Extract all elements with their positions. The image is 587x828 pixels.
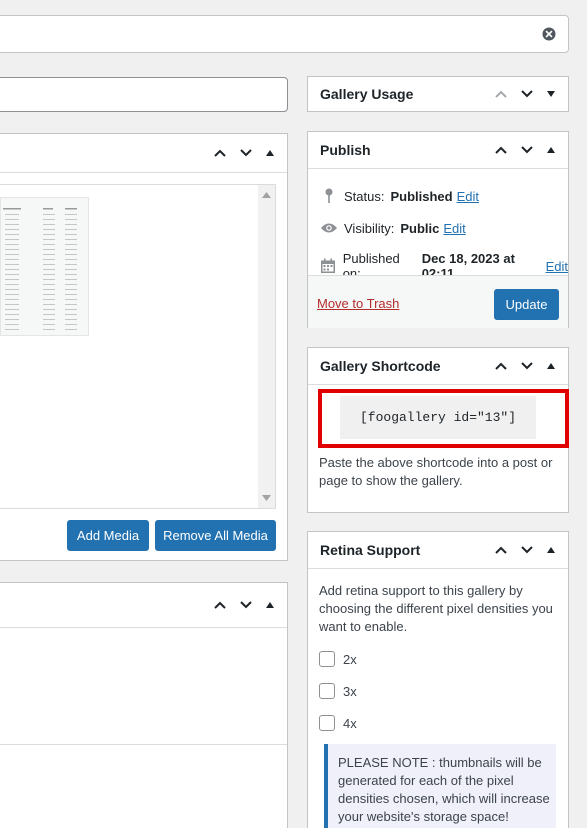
chevron-up-icon[interactable] [209,142,231,164]
chevron-up-icon[interactable] [490,355,512,377]
chevron-down-icon[interactable] [516,539,538,561]
retina-note: PLEASE NOTE : thumbnails will be generat… [324,744,556,828]
pin-icon [320,187,338,205]
gallery-shortcode-box: Gallery Shortcode [foogallery id="13"] P… [307,347,569,513]
retina-4x-checkbox[interactable] [319,715,335,731]
visibility-label: Visibility: [344,220,395,236]
publish-title: Publish [320,142,371,158]
retina-3x-label: 3x [343,683,357,699]
triangle-toggle-icon[interactable] [542,539,560,561]
visibility-edit-link[interactable]: Edit [443,221,465,236]
status-value: Published [390,188,453,204]
title-input[interactable] [0,77,288,112]
move-to-trash-link[interactable]: Move to Trash [317,296,399,311]
retina-3x-checkbox[interactable] [319,683,335,699]
retina-support-box: Retina Support Add retina support to thi… [307,531,569,828]
chevron-up-icon[interactable] [490,139,512,161]
retina-4x-label: 4x [343,715,357,731]
status-row: Status: Published Edit [320,187,479,205]
retina-option-4x[interactable]: 4x [319,715,357,731]
gallery-items-box: Add Media Remove All Media [0,133,288,561]
shortcode-description: Paste the above shortcode into a post or… [319,455,553,488]
chevron-down-icon[interactable] [235,142,257,164]
triangle-toggle-icon[interactable] [542,83,560,105]
retina-note-text: PLEASE NOTE : thumbnails will be generat… [338,755,550,824]
retina-description: Add retina support to this gallery by ch… [319,583,553,634]
chevron-up-icon[interactable] [490,539,512,561]
retina-2x-label: 2x [343,651,357,667]
gallery-usage-box: Gallery Usage [307,76,569,112]
gallery-usage-title: Gallery Usage [320,86,414,102]
scroll-up-icon[interactable] [262,192,271,198]
chevron-up-icon[interactable] [490,83,512,105]
retina-option-2x[interactable]: 2x [319,651,357,667]
retina-title: Retina Support [320,542,421,558]
shortcode-code[interactable]: [foogallery id="13"] [340,396,536,439]
scroll-down-icon[interactable] [262,495,271,501]
triangle-toggle-icon[interactable] [542,355,560,377]
calendar-icon [320,257,337,275]
chevron-down-icon[interactable] [516,139,538,161]
add-media-button[interactable]: Add Media [67,520,149,551]
triangle-toggle-icon[interactable] [261,142,279,164]
retina-option-3x[interactable]: 3x [319,683,357,699]
chevron-down-icon[interactable] [516,355,538,377]
published-edit-link[interactable]: Edit [546,259,568,274]
triangle-toggle-icon[interactable] [542,139,560,161]
table-image [3,208,77,330]
remove-all-media-button[interactable]: Remove All Media [155,520,276,551]
media-thumbnail[interactable] [0,197,89,336]
update-button[interactable]: Update [494,289,559,320]
chevron-down-icon[interactable] [516,83,538,105]
status-label: Status: [344,188,385,204]
chevron-down-icon[interactable] [235,594,257,616]
triangle-toggle-icon[interactable] [261,594,279,616]
visibility-row: Visibility: Public Edit [320,219,466,237]
gallery-items-header [0,134,287,172]
clear-icon[interactable] [542,27,556,41]
eye-icon [320,219,338,237]
publish-box: Publish Status: Published Edit Visibilit… [307,131,569,328]
media-scroll-area[interactable] [0,184,276,509]
status-edit-link[interactable]: Edit [457,189,479,204]
shortcode-title: Gallery Shortcode [320,358,441,374]
scrollbar[interactable] [258,185,275,508]
visibility-value: Public [400,220,440,236]
retina-2x-checkbox[interactable] [319,651,335,667]
publish-actions: Move to Trash Update [308,275,568,328]
chevron-up-icon[interactable] [209,594,231,616]
settings-box [0,582,288,828]
top-field[interactable] [0,15,569,53]
